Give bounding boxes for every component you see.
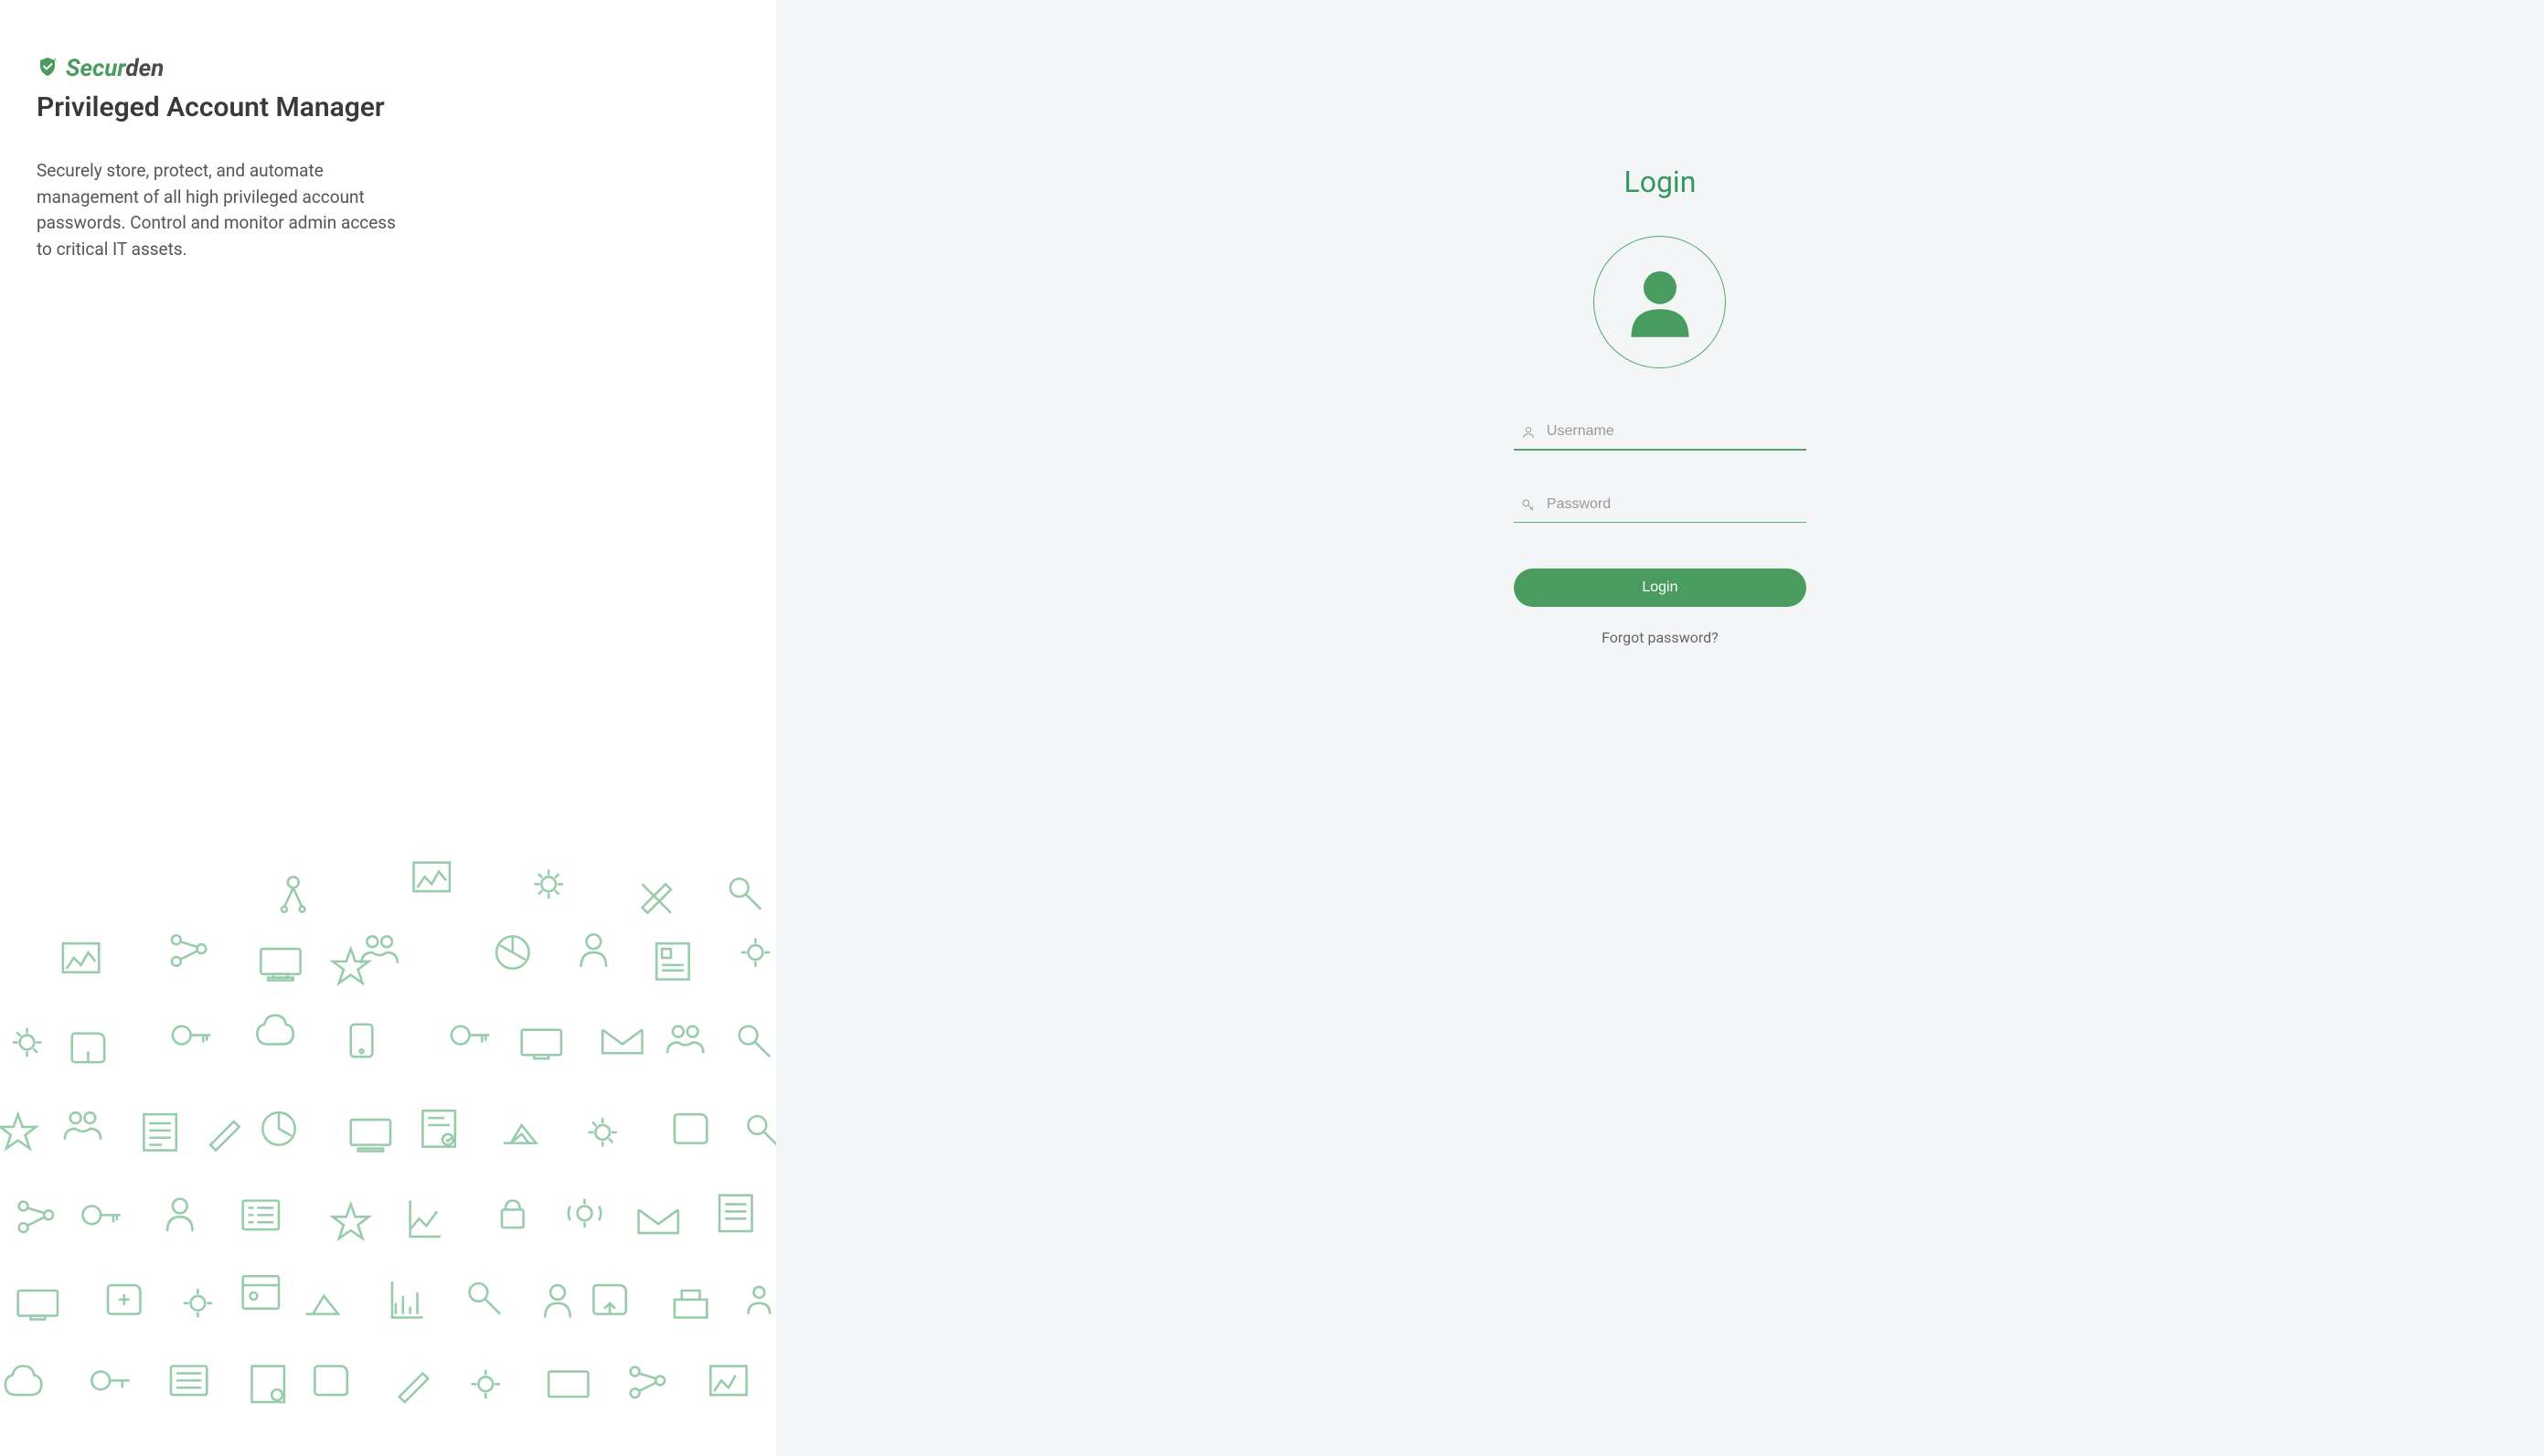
password-input[interactable] [1514,487,1806,523]
password-group [1514,487,1806,523]
login-heading: Login [1623,165,1696,199]
username-group [1514,414,1806,451]
product-description: Securely store, protect, and automate ma… [37,158,402,262]
forgot-password-link[interactable]: Forgot password? [1514,629,1806,646]
user-icon [1619,261,1701,344]
login-form: Login Forgot password? [1514,414,1806,646]
user-outline-icon [1521,425,1536,440]
shield-icon [37,56,59,81]
left-panel: Securden Privileged Account Manager Secu… [0,0,776,1456]
avatar-circle [1593,236,1726,368]
product-title: Privileged Account Manager [37,91,740,123]
logo-area: Securden [37,55,740,82]
logo-part-1: Secur [66,55,125,82]
logo-part-2: den [125,55,164,82]
decorative-icon-pattern [0,845,776,1456]
key-icon [1521,498,1536,513]
username-input[interactable] [1514,414,1806,451]
right-panel: Login Login Forgot password? [776,0,2544,1456]
logo-text: Securden [66,55,164,82]
login-button[interactable]: Login [1514,569,1806,607]
